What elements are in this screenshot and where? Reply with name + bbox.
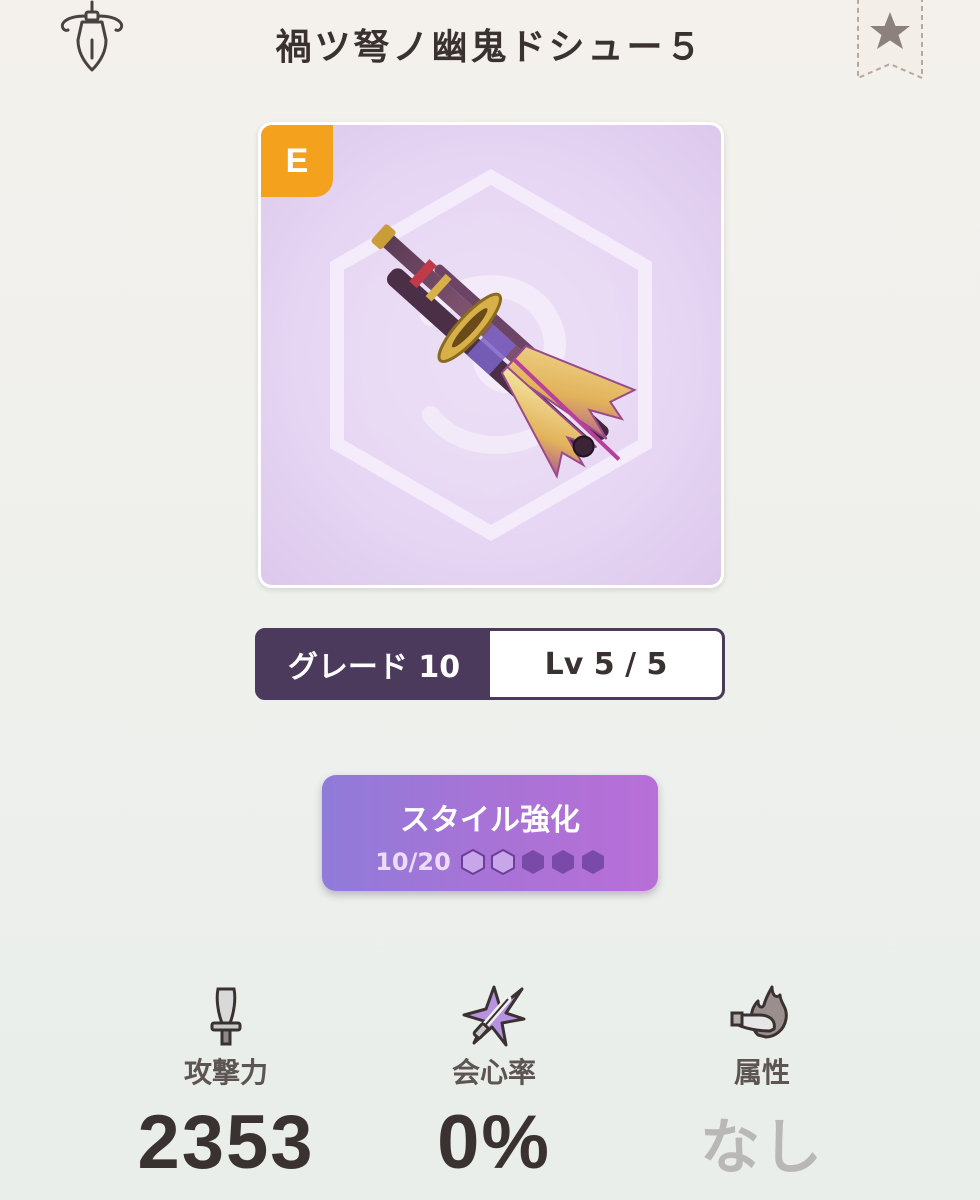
rank-badge: E [261, 125, 333, 197]
grade-label: グレード 10 [287, 650, 461, 685]
element-fire-sword-icon [730, 985, 788, 1039]
style-progress-count: 10/20 [375, 848, 451, 876]
stat-element-label: 属性 [733, 1056, 790, 1089]
weapon-title: 禍ツ弩ノ幽鬼ドシュー５ [275, 27, 705, 68]
style-pip-icon [490, 849, 515, 875]
stat-critical-value: 0% [437, 1100, 551, 1185]
stat-element: 属性 なし [642, 985, 882, 1186]
critical-sword-icon [462, 985, 526, 1047]
stat-critical: 会心率 0% [374, 985, 614, 1186]
grade-level-bar: グレード 10 Lv 5 / 5 [255, 628, 725, 700]
sword-icon [210, 987, 242, 1046]
style-upgrade-progress: 10/20 [322, 848, 658, 876]
style-upgrade-button[interactable]: スタイル強化 10/20 [322, 775, 658, 891]
stat-attack: 攻撃力 2353 [106, 985, 346, 1186]
stat-attack-label: 攻撃力 [183, 1056, 268, 1089]
style-pip-icon [551, 850, 574, 874]
stat-element-value: なし [700, 1113, 824, 1183]
style-pip-icon [460, 849, 485, 875]
weapon-illustration [330, 168, 652, 542]
stat-critical-label: 会心率 [451, 1056, 536, 1089]
style-pip-icon [581, 850, 604, 874]
weapon-card[interactable]: E [258, 122, 724, 588]
stat-attack-value: 2353 [137, 1100, 315, 1185]
style-pip-icon [521, 850, 544, 874]
level-label: Lv 5 / 5 [490, 631, 722, 697]
style-progress-pips [460, 849, 605, 875]
style-upgrade-label: スタイル強化 [400, 803, 580, 838]
